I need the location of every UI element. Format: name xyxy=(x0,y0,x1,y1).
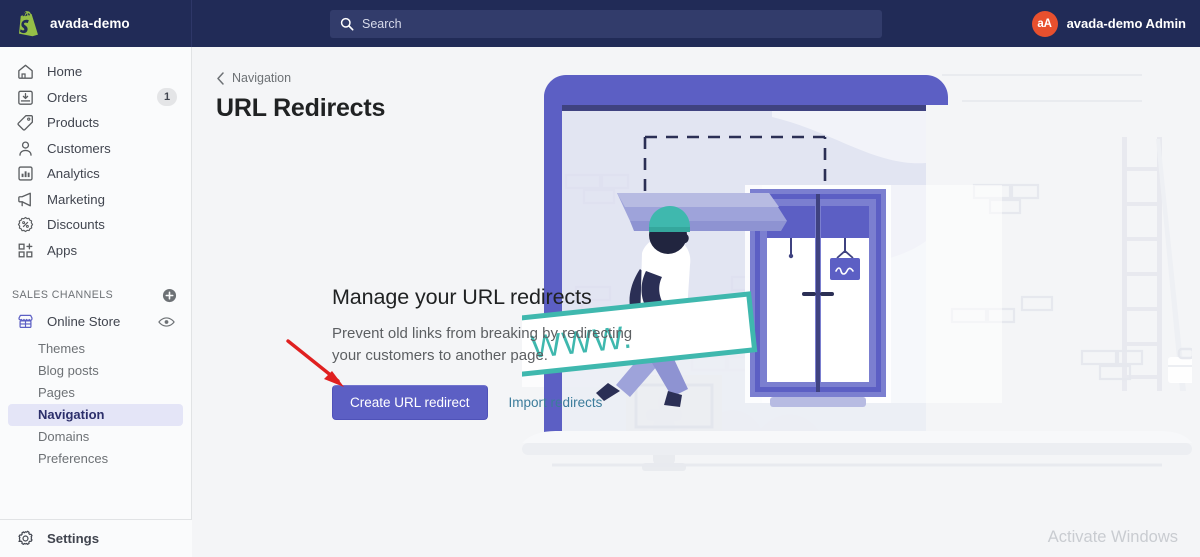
eye-icon[interactable] xyxy=(158,316,175,328)
primary-nav: Home Orders 1 Products Customers Analyti… xyxy=(0,47,191,263)
import-redirects-link[interactable]: Import redirects xyxy=(509,395,603,410)
sidebar-item-home[interactable]: Home xyxy=(8,59,183,85)
shopify-admin-window: avada-demo Search aA avada-demo Admin Ho… xyxy=(0,0,1200,557)
sidebar-item-discounts[interactable]: Discounts xyxy=(8,212,183,238)
sidebar-item-label: Marketing xyxy=(47,191,105,207)
shopify-bag-icon xyxy=(16,10,40,37)
sales-channels-header: SALES CHANNELS xyxy=(0,283,191,307)
customers-person-icon xyxy=(16,139,35,158)
breadcrumb[interactable]: Navigation xyxy=(216,71,291,85)
gear-icon xyxy=(16,529,35,548)
orders-icon xyxy=(16,88,35,107)
sidebar-subitem-label: Themes xyxy=(38,341,85,356)
sidebar-subitem-themes[interactable]: Themes xyxy=(8,338,183,360)
online-store-subnav: Themes Blog posts Pages Navigation Domai… xyxy=(0,338,191,470)
sidebar-item-online-store[interactable]: Online Store xyxy=(8,309,183,335)
search-input[interactable]: Search xyxy=(330,10,882,38)
plus-circle-icon[interactable] xyxy=(162,288,177,303)
sidebar-item-settings[interactable]: Settings xyxy=(0,519,192,557)
sidebar-subitem-label: Preferences xyxy=(38,451,109,466)
empty-state-actions: Create URL redirect Import redirects xyxy=(332,385,672,420)
sidebar-subitem-domains[interactable]: Domains xyxy=(8,426,183,448)
orders-count-badge: 1 xyxy=(157,88,177,107)
sales-channels-title: SALES CHANNELS xyxy=(12,289,114,301)
page-title: URL Redirects xyxy=(216,94,386,122)
empty-state: Manage your URL redirects Prevent old li… xyxy=(332,285,672,420)
store-name-label: avada-demo xyxy=(50,16,130,31)
home-icon xyxy=(16,62,35,81)
apps-grid-plus-icon xyxy=(16,241,35,260)
search-placeholder: Search xyxy=(362,17,402,31)
sidebar-item-label: Orders xyxy=(47,89,88,105)
sidebar-item-label: Discounts xyxy=(47,217,105,233)
store-brand[interactable]: avada-demo xyxy=(0,0,192,47)
empty-state-description: Prevent old links from breaking by redir… xyxy=(332,325,633,364)
sidebar-item-apps[interactable]: Apps xyxy=(8,238,183,264)
breadcrumb-label: Navigation xyxy=(232,71,292,85)
avatar: aA xyxy=(1031,10,1058,37)
sidebar: Home Orders 1 Products Customers Analyti… xyxy=(0,47,192,557)
sidebar-subitem-label: Navigation xyxy=(38,407,105,422)
analytics-bars-icon xyxy=(16,164,35,183)
sidebar-item-label: Analytics xyxy=(47,166,100,182)
sidebar-item-label: Home xyxy=(47,64,83,80)
products-tag-icon xyxy=(16,113,35,132)
sidebar-item-orders[interactable]: Orders 1 xyxy=(8,85,183,111)
activate-windows-watermark: Activate Windows xyxy=(1047,528,1178,546)
sidebar-item-products[interactable]: Products xyxy=(8,110,183,136)
top-bar: avada-demo Search aA avada-demo Admin xyxy=(0,0,1200,47)
sidebar-subitem-preferences[interactable]: Preferences xyxy=(8,448,183,470)
chevron-left-icon xyxy=(216,71,225,85)
online-store-icon xyxy=(16,312,35,331)
sidebar-item-label: Customers xyxy=(47,140,111,156)
create-url-redirect-button[interactable]: Create URL redirect xyxy=(332,385,488,420)
sidebar-subitem-blog-posts[interactable]: Blog posts xyxy=(8,360,183,382)
sidebar-item-marketing[interactable]: Marketing xyxy=(8,187,183,213)
sidebar-item-label: Products xyxy=(47,115,100,131)
sidebar-subitem-navigation[interactable]: Navigation xyxy=(8,403,183,426)
settings-label: Settings xyxy=(47,531,100,546)
marketing-megaphone-icon xyxy=(16,190,35,209)
sidebar-item-analytics[interactable]: Analytics xyxy=(8,161,183,187)
user-name-label: avada-demo Admin xyxy=(1066,16,1186,31)
main-content: Navigation URL Redirects WWW. Manage you… xyxy=(192,47,1200,557)
search-icon xyxy=(340,17,354,31)
sidebar-item-label: Apps xyxy=(47,242,78,258)
sidebar-item-customers[interactable]: Customers xyxy=(8,136,183,162)
discounts-percent-icon xyxy=(16,215,35,234)
sidebar-subitem-label: Domains xyxy=(38,429,90,444)
sidebar-item-label: Online Store xyxy=(47,314,121,330)
empty-state-heading: Manage your URL redirects xyxy=(332,285,592,309)
sidebar-subitem-pages[interactable]: Pages xyxy=(8,382,183,404)
user-menu[interactable]: aA avada-demo Admin xyxy=(1031,0,1186,47)
sidebar-subitem-label: Blog posts xyxy=(38,363,99,378)
sidebar-subitem-label: Pages xyxy=(38,385,75,400)
